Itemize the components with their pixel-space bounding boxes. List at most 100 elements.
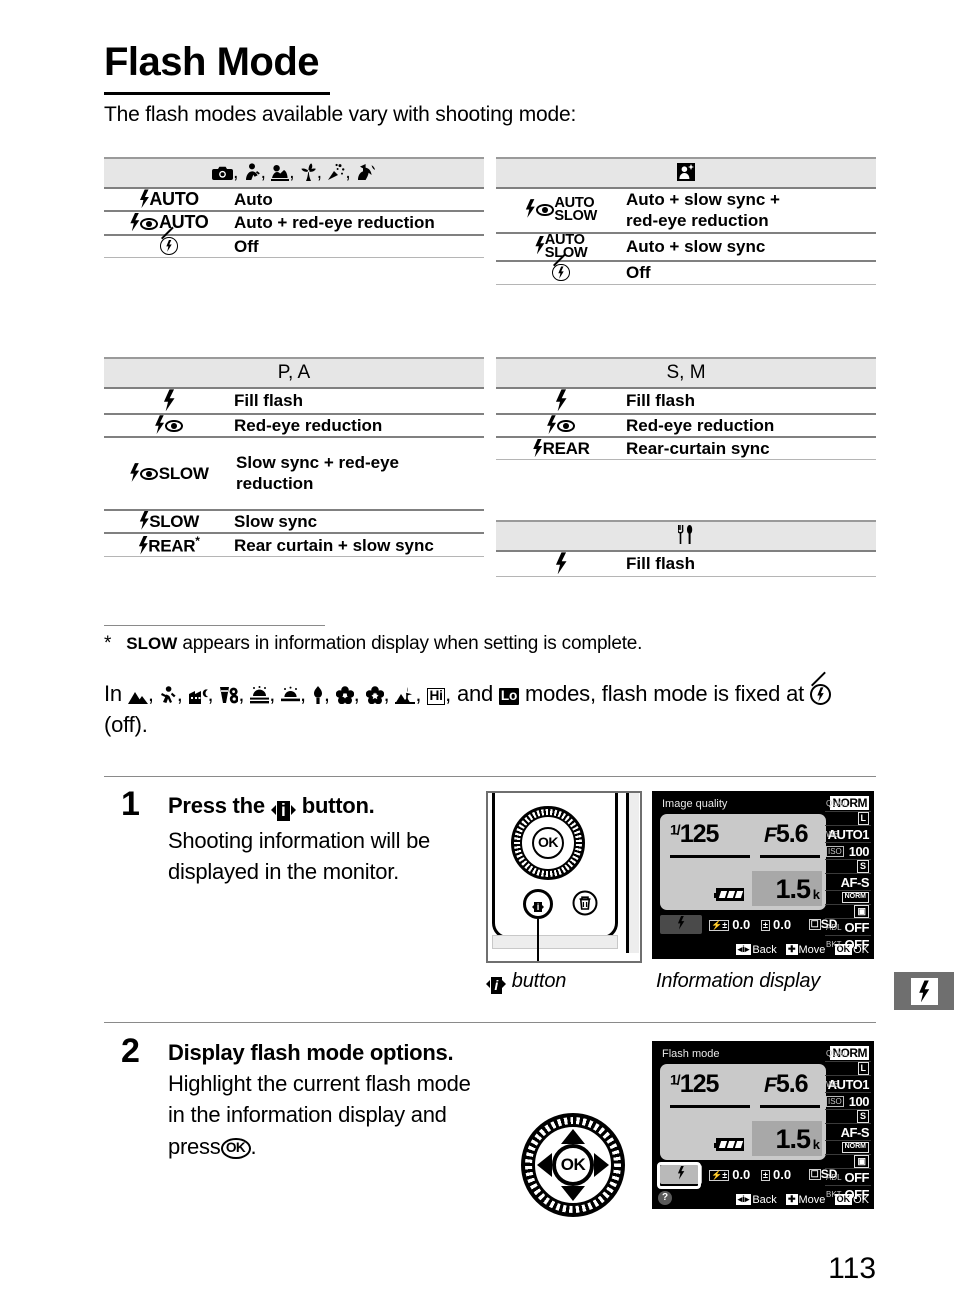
arrow-left-icon[interactable]	[537, 1153, 552, 1177]
table-cell-label: Auto + slow sync	[626, 237, 766, 257]
step-separator-1	[104, 776, 876, 777]
exposure-compensation-indicator[interactable]: ± 0.0	[761, 915, 811, 934]
side-row-wb: WB AUTO1	[825, 826, 871, 843]
flash-compensation-indicator[interactable]: ⚡± 0.0	[708, 915, 761, 934]
side-label-wb: WB	[826, 829, 839, 839]
side-row-iso: ISO 100	[825, 1093, 871, 1110]
matrix-metering-icon: ▣	[854, 1155, 869, 1168]
side-row-quality: QUAL NORM	[825, 1045, 871, 1062]
arrow-right-icon[interactable]	[594, 1153, 609, 1177]
table-cell-label: Off	[234, 236, 259, 256]
side-value-af-area: NORM	[841, 892, 869, 903]
shots-remaining: 1.5 k	[752, 871, 822, 906]
page-number: 113	[828, 1252, 876, 1285]
flash-fill-icon	[104, 388, 234, 414]
flash-compensation-indicator[interactable]: ⚡± 0.0	[708, 1165, 761, 1184]
table-cell-label: Auto + slow sync + red-eye reduction	[626, 188, 876, 233]
exposure-comp-icon: ±	[761, 920, 770, 932]
label-line-2: red-eye reduction	[626, 211, 769, 231]
aperture-underline	[760, 1105, 820, 1108]
aperture-value: 5.6	[775, 820, 809, 848]
side-value-iso: 100	[848, 843, 870, 859]
flash-auto-icon: AUTO	[104, 188, 234, 211]
shutter-fraction: 1/	[670, 1071, 681, 1088]
side-label-qual: QUAL	[826, 798, 848, 808]
aperture-value: 5.6	[775, 1070, 809, 1098]
shutter-speed: 1/125	[670, 1070, 719, 1099]
side-value-bkt: OFF	[844, 937, 870, 952]
label-line-1: Slow sync + red-eye	[236, 453, 399, 473]
table-header-p-a: P, A	[104, 357, 484, 389]
arrow-down-icon[interactable]	[561, 1186, 585, 1201]
side-label-wb: WB	[826, 1079, 839, 1089]
side-value-adl: OFF	[844, 1169, 870, 1185]
flash-slow-redeye-icon: SLOW	[104, 437, 234, 510]
table-cell-label: Slow sync	[234, 511, 318, 531]
camera-bottom-shade	[492, 935, 618, 949]
shutter-speed: 1/125	[670, 820, 720, 849]
table-header-food	[496, 520, 876, 552]
lcd-main-panel: 1/125 F5.6 1.5 k	[660, 814, 826, 910]
shots-remaining: 1.5 k	[752, 1121, 822, 1156]
mode-icon-low-key: Lo	[498, 688, 520, 705]
step-1-body: Shooting information will be displayed i…	[168, 827, 431, 884]
side-label-iso: ISO	[826, 845, 844, 857]
side-label-qual: QUAL	[826, 1048, 848, 1058]
flash-mode-indicator[interactable]	[660, 915, 702, 934]
label-line-2: reduction	[236, 474, 314, 494]
aperture: F5.6	[764, 820, 809, 849]
side-label-bkt: BKT	[826, 940, 842, 949]
table-cell-label: Fill flash	[234, 391, 303, 411]
camera-back-figure: OK i	[486, 791, 642, 963]
footnote-keyword: SLOW	[126, 634, 178, 653]
mode-icon-autumn-colors	[365, 686, 384, 709]
flash-comp-icon: ⚡±	[709, 1170, 730, 1182]
table-cell-label: Auto + red-eye reduction	[234, 213, 435, 233]
footnote-rule	[104, 625, 325, 626]
flash-auto-slow-redeye-icon: AUTO SLOW	[496, 188, 626, 233]
side-value-focus-mode: AF-S	[840, 1124, 870, 1140]
side-value-bkt: OFF	[844, 1187, 870, 1202]
flash-redeye-icon	[104, 414, 234, 437]
side-row-focus-mode: AF-S	[825, 874, 871, 891]
shots-unit: k	[812, 1137, 820, 1152]
shutter-value: 125	[679, 820, 720, 848]
table-header-s-m: S, M	[496, 357, 876, 389]
mode-icon-landscape	[127, 688, 148, 709]
mode-icon-pet-portrait	[356, 163, 376, 184]
mode-icon-closeup	[300, 163, 317, 184]
ok-button[interactable]: OK	[552, 1144, 594, 1186]
side-value-size: L	[857, 812, 869, 825]
side-row-metering: ▣	[825, 1155, 871, 1169]
multi-selector-dial[interactable]: OK	[511, 806, 585, 880]
info-button[interactable]: i	[523, 889, 553, 919]
paragraph-suffix: modes, flash mode is fixed at	[524, 681, 805, 706]
side-row-release-mode: S	[825, 1110, 871, 1124]
exposure-compensation-indicator[interactable]: ± 0.0	[761, 1165, 811, 1184]
shutter-fraction: 1/	[670, 821, 681, 838]
move-key-icon: ✚	[785, 944, 798, 956]
footnote: * SLOW appears in information display wh…	[104, 633, 642, 655]
title-underline	[104, 92, 330, 95]
side-row-adl: ADL OFF	[825, 919, 871, 936]
delete-button[interactable]	[572, 890, 598, 916]
shots-value: 1.5	[775, 1124, 811, 1154]
ok-button[interactable]: OK	[532, 827, 564, 859]
shots-value: 1.5	[775, 874, 811, 904]
side-value-iso: 100	[848, 1093, 870, 1109]
chapter-tab-flash	[894, 972, 954, 1010]
arrow-up-icon[interactable]	[561, 1129, 585, 1144]
footnote-marker: *	[195, 533, 200, 548]
card-icon: ☐	[808, 919, 821, 931]
side-row-adl: ADL OFF	[825, 1169, 871, 1186]
back-key-icon: ◂i▸	[735, 944, 752, 956]
mode-icon-beach-snow	[250, 686, 270, 709]
step-1-heading-after: button.	[301, 793, 375, 818]
table-cell-label: Fill flash	[626, 391, 695, 411]
side-label-bkt: BKT	[826, 1190, 842, 1199]
mode-icon-sunset	[281, 686, 301, 709]
paragraph-tail: (off).	[104, 712, 148, 738]
flash-comp-value: 0.0	[732, 917, 751, 932]
card-icon: ☐	[808, 1169, 821, 1181]
table-food: Fill flash	[496, 520, 876, 577]
